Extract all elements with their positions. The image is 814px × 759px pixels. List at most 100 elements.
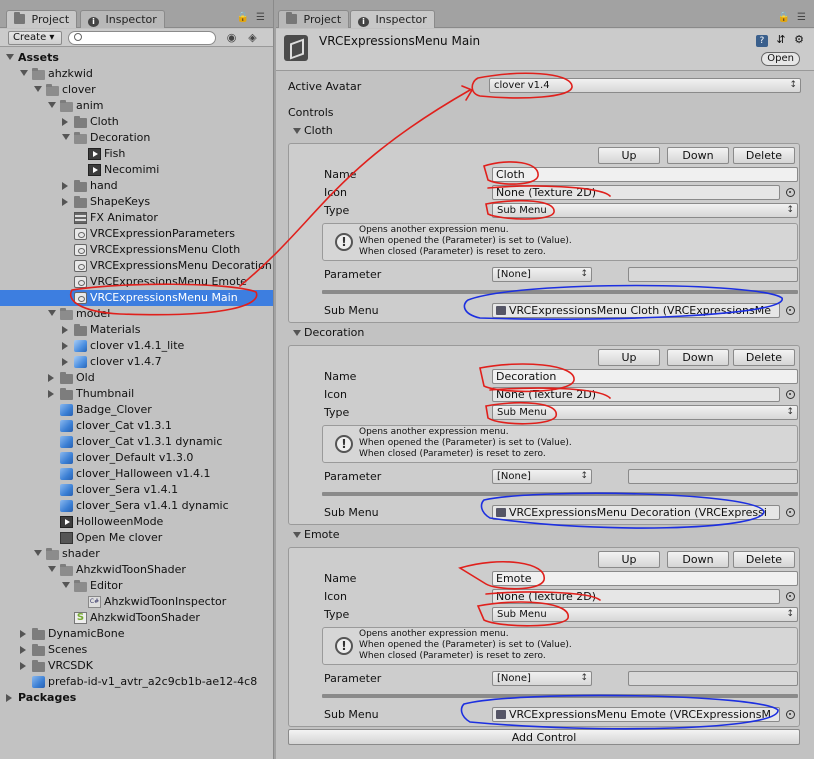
tree-item[interactable]: VRCExpressionsMenu Emote — [0, 274, 273, 290]
create-button[interactable]: Create ▾ — [8, 31, 62, 45]
lock-icon[interactable]: 🔒 — [778, 12, 790, 23]
tree-item[interactable]: clover_Cat v1.3.1 dynamic — [0, 434, 273, 450]
collapsed-arrow-icon[interactable] — [20, 662, 26, 670]
tree-item[interactable]: HolloweenMode — [0, 514, 273, 530]
tree-item[interactable]: Necomimi — [0, 162, 273, 178]
tree-item[interactable]: Fish — [0, 146, 273, 162]
tree-item[interactable]: clover_Cat v1.3.1 — [0, 418, 273, 434]
lock-icon[interactable]: 🔒 — [237, 12, 249, 23]
collapsed-arrow-icon[interactable] — [20, 630, 26, 638]
collapsed-arrow-icon[interactable] — [62, 326, 68, 334]
label-icon[interactable]: ◈ — [246, 32, 259, 44]
control-header[interactable]: Decoration — [304, 326, 364, 339]
control-header[interactable]: Emote — [304, 528, 339, 541]
tree-item[interactable]: clover_Sera v1.4.1 dynamic — [0, 498, 273, 514]
tree-item[interactable]: prefab-id-v1_avtr_a2c9cb1b-ae12-4c8 — [0, 674, 273, 690]
tree-item[interactable]: clover_Sera v1.4.1 — [0, 482, 273, 498]
expanded-arrow-icon[interactable] — [20, 70, 28, 76]
expanded-arrow-icon[interactable] — [48, 102, 56, 108]
name-field[interactable]: Emote — [492, 571, 798, 586]
add-control-button[interactable]: Add Control — [288, 729, 800, 745]
tree-item[interactable]: ShapeKeys — [0, 194, 273, 210]
expanded-arrow-icon[interactable] — [6, 54, 14, 60]
sub-menu-field[interactable]: VRCExpressionsMenu Cloth (VRCExpressions… — [492, 303, 780, 318]
tree-item[interactable]: Packages — [0, 690, 273, 706]
tree-item[interactable]: Open Me clover — [0, 530, 273, 546]
tree-item[interactable]: clover — [0, 82, 273, 98]
tab-inspector[interactable]: i Inspector — [80, 10, 165, 28]
tree-item[interactable]: Decoration — [0, 130, 273, 146]
type-dropdown[interactable]: Sub Menu — [492, 405, 798, 420]
up-button[interactable]: Up — [598, 551, 660, 568]
foldout-arrow-icon[interactable] — [293, 532, 301, 538]
collapsed-arrow-icon[interactable] — [20, 646, 26, 654]
icon-field[interactable]: None (Texture 2D) — [492, 185, 780, 200]
open-button[interactable]: Open — [761, 52, 800, 66]
parameter-value-field[interactable] — [628, 671, 798, 686]
tree-item[interactable]: shader — [0, 546, 273, 562]
foldout-arrow-icon[interactable] — [293, 330, 301, 336]
parameter-dropdown[interactable]: [None] — [492, 267, 592, 282]
sub-menu-field[interactable]: VRCExpressionsMenu Decoration (VRCExpres… — [492, 505, 780, 520]
expanded-arrow-icon[interactable] — [62, 582, 70, 588]
tree-item[interactable]: clover v1.4.7 — [0, 354, 273, 370]
collapsed-arrow-icon[interactable] — [62, 182, 68, 190]
menu-icon[interactable]: ☰ — [256, 12, 265, 23]
tree-item[interactable]: AhzkwidToonShader — [0, 562, 273, 578]
tree-item[interactable]: VRCSDK — [0, 658, 273, 674]
expanded-arrow-icon[interactable] — [48, 566, 56, 572]
object-picker-icon[interactable] — [786, 710, 795, 719]
tree-item[interactable]: S AhzkwidToonShader — [0, 610, 273, 626]
tree-item[interactable]: Thumbnail — [0, 386, 273, 402]
object-picker-icon[interactable] — [786, 508, 795, 517]
tab-project[interactable]: Project — [6, 10, 78, 28]
parameter-dropdown[interactable]: [None] — [492, 469, 592, 484]
help-icon[interactable]: ? — [755, 35, 768, 47]
expanded-arrow-icon[interactable] — [62, 134, 70, 140]
delete-button[interactable]: Delete — [733, 147, 795, 164]
icon-field[interactable]: None (Texture 2D) — [492, 387, 780, 402]
collapsed-arrow-icon[interactable] — [48, 390, 54, 398]
type-dropdown[interactable]: Sub Menu — [492, 607, 798, 622]
collapsed-arrow-icon[interactable] — [6, 694, 12, 702]
tree-item[interactable]: VRCExpressionsMenu Cloth — [0, 242, 273, 258]
tree-item[interactable]: Cloth — [0, 114, 273, 130]
tree-item[interactable]: Materials — [0, 322, 273, 338]
settings-gear-icon[interactable]: ⚙ — [794, 33, 804, 46]
expanded-arrow-icon[interactable] — [48, 310, 56, 316]
up-button[interactable]: Up — [598, 147, 660, 164]
filter-type-icon[interactable]: ◉ — [225, 32, 238, 44]
tree-item[interactable]: C# AhzkwidToonInspector — [0, 594, 273, 610]
object-picker-icon[interactable] — [786, 390, 795, 399]
tree-item[interactable]: clover_Default v1.3.0 — [0, 450, 273, 466]
delete-button[interactable]: Delete — [733, 349, 795, 366]
object-picker-icon[interactable] — [786, 592, 795, 601]
object-picker-icon[interactable] — [786, 188, 795, 197]
expanded-arrow-icon[interactable] — [34, 550, 42, 556]
tree-item[interactable]: ahzkwid — [0, 66, 273, 82]
collapsed-arrow-icon[interactable] — [62, 342, 68, 350]
collapsed-arrow-icon[interactable] — [62, 198, 68, 206]
tree-item[interactable]: VRCExpressionsMenu Main — [0, 290, 273, 306]
tab-inspector-right[interactable]: i Inspector — [350, 10, 435, 28]
menu-icon[interactable]: ☰ — [797, 12, 806, 23]
tree-item[interactable]: Badge_Clover — [0, 402, 273, 418]
tree-item[interactable]: hand — [0, 178, 273, 194]
tree-item[interactable]: Old — [0, 370, 273, 386]
up-button[interactable]: Up — [598, 349, 660, 366]
tree-item[interactable]: Scenes — [0, 642, 273, 658]
parameter-value-field[interactable] — [628, 267, 798, 282]
icon-field[interactable]: None (Texture 2D) — [492, 589, 780, 604]
tree-item[interactable]: Editor — [0, 578, 273, 594]
parameter-value-field[interactable] — [628, 469, 798, 484]
tree-item[interactable]: model — [0, 306, 273, 322]
tree-item[interactable]: FX Animator — [0, 210, 273, 226]
preset-icon[interactable]: ⇵ — [776, 33, 785, 46]
tree-item[interactable]: clover_Halloween v1.4.1 — [0, 466, 273, 482]
collapsed-arrow-icon[interactable] — [62, 358, 68, 366]
tree-item[interactable]: VRCExpressionsMenu Decoration — [0, 258, 273, 274]
type-dropdown[interactable]: Sub Menu — [492, 203, 798, 218]
collapsed-arrow-icon[interactable] — [62, 118, 68, 126]
down-button[interactable]: Down — [667, 147, 729, 164]
active-avatar-dropdown[interactable]: clover v1.4 — [489, 78, 801, 93]
